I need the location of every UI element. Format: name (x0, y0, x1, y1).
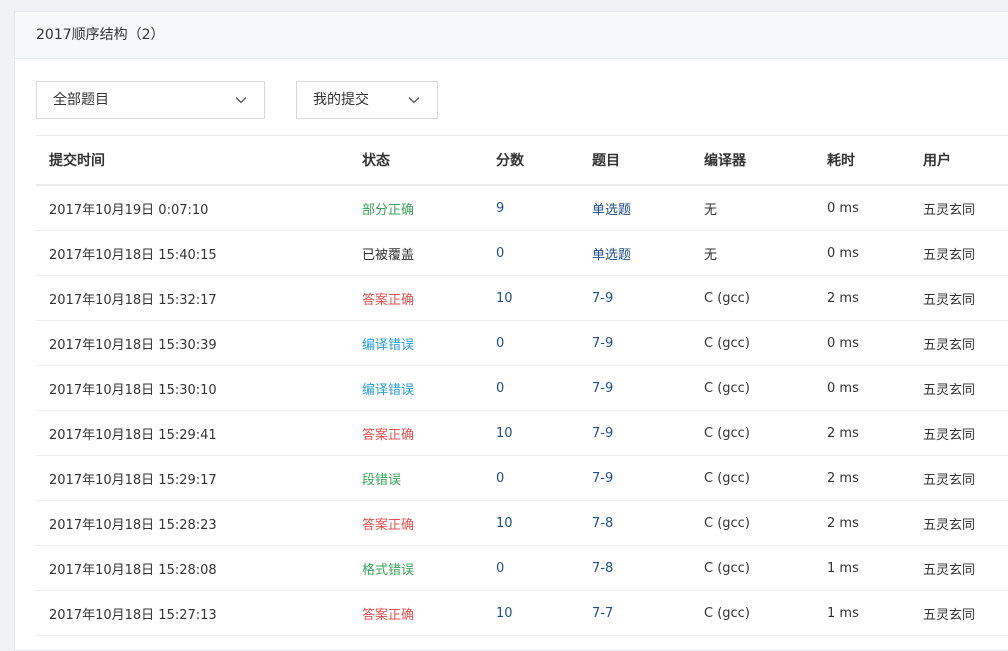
cell-compiler: C (gcc) (691, 275, 814, 321)
submissions-table-wrap: 提交时间 状态 分数 题目 编译器 耗时 用户 2017年10月19日 0:07… (36, 135, 1008, 636)
cell-submit-time: 2017年10月18日 15:30:10 (36, 365, 349, 411)
cell-score[interactable]: 0 (483, 365, 579, 411)
table-row: 2017年10月19日 0:07:10 部分正确 9 单选题无 0 ms 五灵玄同 (36, 185, 1008, 231)
cell-problem[interactable]: 7-9 (579, 455, 691, 501)
cell-problem[interactable]: 7-9 (579, 410, 691, 456)
cell-submit-time: 2017年10月18日 15:32:17 (36, 275, 349, 321)
table-row: 2017年10月18日 15:27:13 答案正确 10 7-7 C (gcc) 1 ms… (36, 590, 1008, 636)
cell-problem[interactable]: 7-9 (579, 320, 691, 366)
header-compiler[interactable]: 编译器 (691, 136, 814, 186)
cell-score[interactable]: 0 (483, 320, 579, 366)
cell-submit-time: 2017年10月18日 15:28:08 (36, 545, 349, 591)
scope-filter-value: 我的提交 (313, 92, 369, 108)
cell-user: 五灵玄同 (910, 275, 1008, 321)
cell-elapsed: 1 ms (814, 545, 910, 591)
cell-score[interactable]: 0 (483, 230, 579, 276)
cell-user: 五灵玄同 (910, 320, 1008, 366)
header-status[interactable]: 状态 (349, 136, 483, 186)
cell-score[interactable]: 10 (483, 590, 579, 636)
cell-compiler: C (gcc) (691, 500, 814, 546)
cell-user: 五灵玄同 (910, 590, 1008, 636)
cell-elapsed: 2 ms (814, 410, 910, 456)
cell-score[interactable]: 0 (483, 455, 579, 501)
cell-compiler: C (gcc) (691, 455, 814, 501)
problem-filter-value: 全部题目 (53, 92, 109, 108)
cell-user: 五灵玄同 (910, 545, 1008, 591)
submissions-panel: 2017顺序结构（2） 全部题目 我的提交 提交时间 状态 分数 题目 编译器 … (14, 11, 1008, 651)
cell-score[interactable]: 10 (483, 410, 579, 456)
cell-submit-time: 2017年10月19日 0:07:10 (36, 185, 349, 231)
cell-elapsed: 0 ms (814, 320, 910, 366)
cell-compiler: 无 (691, 230, 814, 276)
cell-user: 五灵玄同 (910, 410, 1008, 456)
cell-compiler: C (gcc) (691, 365, 814, 411)
cell-status[interactable]: 格式错误 (349, 545, 483, 591)
table-header-row: 提交时间 状态 分数 题目 编译器 耗时 用户 (36, 136, 1008, 186)
table-row: 2017年10月18日 15:28:23 答案正确 10 7-8 C (gcc) 2 ms… (36, 500, 1008, 546)
cell-problem[interactable]: 单选题 (579, 230, 691, 276)
header-score[interactable]: 分数 (483, 136, 579, 186)
cell-submit-time: 2017年10月18日 15:28:23 (36, 500, 349, 546)
cell-score[interactable]: 0 (483, 545, 579, 591)
cell-score[interactable]: 10 (483, 500, 579, 546)
table-row: 2017年10月18日 15:32:17 答案正确 10 7-9 C (gcc) 2 ms… (36, 275, 1008, 321)
table-row: 2017年10月18日 15:30:10 编译错误 0 7-9 C (gcc) 0 ms 五… (36, 365, 1008, 411)
header-problem[interactable]: 题目 (579, 136, 691, 186)
chevron-down-icon (235, 97, 247, 104)
cell-user: 五灵玄同 (910, 500, 1008, 546)
panel-header: 2017顺序结构（2） (15, 12, 1008, 59)
header-elapsed[interactable]: 耗时 (814, 136, 910, 186)
cell-submit-time: 2017年10月18日 15:40:15 (36, 230, 349, 276)
cell-submit-time: 2017年10月18日 15:29:17 (36, 455, 349, 501)
header-user[interactable]: 用户 (910, 136, 1008, 186)
cell-problem[interactable]: 7-8 (579, 500, 691, 546)
problem-filter-select[interactable]: 全部题目 (36, 81, 265, 119)
cell-elapsed: 2 ms (814, 275, 910, 321)
cell-score[interactable]: 10 (483, 275, 579, 321)
cell-elapsed: 0 ms (814, 185, 910, 231)
cell-elapsed: 2 ms (814, 500, 910, 546)
cell-user: 五灵玄同 (910, 185, 1008, 231)
scope-filter-select[interactable]: 我的提交 (296, 81, 438, 119)
chevron-down-icon (408, 97, 420, 104)
cell-elapsed: 2 ms (814, 455, 910, 501)
cell-elapsed: 0 ms (814, 365, 910, 411)
table-row: 2017年10月18日 15:40:15 已被覆盖 0 单选题无 0 ms 五灵玄同 (36, 230, 1008, 276)
cell-submit-time: 2017年10月18日 15:27:13 (36, 590, 349, 636)
cell-status[interactable]: 答案正确 (349, 275, 483, 321)
cell-user: 五灵玄同 (910, 230, 1008, 276)
cell-status[interactable]: 答案正确 (349, 590, 483, 636)
cell-problem[interactable]: 7-7 (579, 590, 691, 636)
cell-problem[interactable]: 7-9 (579, 365, 691, 411)
cell-status[interactable]: 编译错误 (349, 320, 483, 366)
cell-user: 五灵玄同 (910, 455, 1008, 501)
cell-submit-time: 2017年10月18日 15:29:41 (36, 410, 349, 456)
table-row: 2017年10月18日 15:29:41 答案正确 10 7-9 C (gcc) 2 ms… (36, 410, 1008, 456)
cell-compiler: C (gcc) (691, 320, 814, 366)
cell-status[interactable]: 已被覆盖 (349, 230, 483, 276)
header-time[interactable]: 提交时间 (36, 136, 349, 186)
cell-problem[interactable]: 7-8 (579, 545, 691, 591)
cell-status[interactable]: 编译错误 (349, 365, 483, 411)
cell-status[interactable]: 答案正确 (349, 410, 483, 456)
cell-elapsed: 1 ms (814, 590, 910, 636)
cell-compiler: 无 (691, 185, 814, 231)
submissions-table: 提交时间 状态 分数 题目 编译器 耗时 用户 2017年10月19日 0:07… (36, 136, 1008, 636)
cell-problem[interactable]: 7-9 (579, 275, 691, 321)
cell-problem[interactable]: 单选题 (579, 185, 691, 231)
cell-score[interactable]: 9 (483, 185, 579, 231)
cell-user: 五灵玄同 (910, 365, 1008, 411)
cell-compiler: C (gcc) (691, 590, 814, 636)
table-row: 2017年10月18日 15:28:08 格式错误 0 7-8 C (gcc) 1 ms 五… (36, 545, 1008, 591)
cell-elapsed: 0 ms (814, 230, 910, 276)
cell-status[interactable]: 部分正确 (349, 185, 483, 231)
table-row: 2017年10月18日 15:29:17 段错误 0 7-9 C (gcc) 2 ms 五灵… (36, 455, 1008, 501)
cell-status[interactable]: 答案正确 (349, 500, 483, 546)
table-row: 2017年10月18日 15:30:39 编译错误 0 7-9 C (gcc) 0 ms 五… (36, 320, 1008, 366)
cell-submit-time: 2017年10月18日 15:30:39 (36, 320, 349, 366)
cell-compiler: C (gcc) (691, 545, 814, 591)
cell-compiler: C (gcc) (691, 410, 814, 456)
panel-title: 2017顺序结构（2） (36, 27, 165, 43)
cell-status[interactable]: 段错误 (349, 455, 483, 501)
